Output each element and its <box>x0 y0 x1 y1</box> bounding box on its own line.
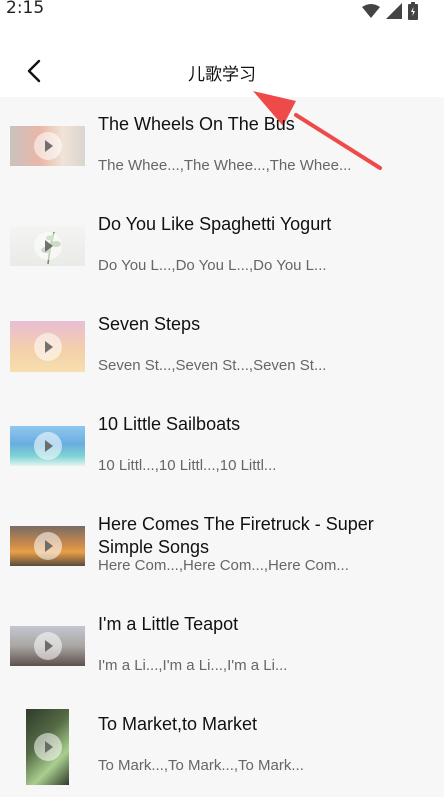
song-title: Do You Like Spaghetti Yogurt <box>98 214 332 234</box>
song-title: I'm a Little Teapot <box>98 614 239 634</box>
song-item[interactable]: Seven Steps Seven St...,Seven St...,Seve… <box>0 297 444 397</box>
status-icons <box>362 0 418 22</box>
song-title: Here Comes The Firetruck - Super Simple … <box>98 514 374 557</box>
song-item[interactable]: 10 Little Sailboats 10 Littl...,10 Littl… <box>0 397 444 497</box>
play-icon[interactable] <box>33 632 62 660</box>
song-thumbnail[interactable] <box>10 526 85 566</box>
song-subtitle: The Whee...,The Whee...,The Whee... <box>98 157 352 174</box>
song-thumbnail[interactable] <box>10 226 85 266</box>
battery-icon <box>408 2 418 20</box>
song-item[interactable]: Do You Like Spaghetti Yogurt Do You L...… <box>0 197 444 297</box>
signal-icon <box>386 3 402 19</box>
song-item[interactable]: Here Comes The Firetruck - Super Simple … <box>0 497 444 597</box>
song-title: Seven Steps <box>98 314 201 334</box>
song-subtitle: Do You L...,Do You L...,Do You L... <box>98 257 327 274</box>
header: 儿歌学习 <box>0 28 444 97</box>
song-subtitle: Seven St...,Seven St...,Seven St... <box>98 357 327 374</box>
play-icon[interactable] <box>33 132 62 160</box>
song-subtitle: I'm a Li...,I'm a Li...,I'm a Li... <box>98 657 288 674</box>
song-item[interactable]: The Wheels On The Bus The Whee...,The Wh… <box>0 97 444 197</box>
wifi-icon <box>362 4 380 18</box>
play-icon[interactable] <box>33 532 62 560</box>
song-thumbnail[interactable] <box>10 626 85 666</box>
song-thumbnail[interactable] <box>26 709 69 785</box>
song-thumbnail[interactable] <box>10 426 85 466</box>
song-subtitle: To Mark...,To Mark...,To Mark... <box>98 757 304 774</box>
song-thumbnail[interactable] <box>10 126 85 166</box>
play-icon[interactable] <box>33 332 62 361</box>
song-item[interactable]: To Market,to Market To Mark...,To Mark..… <box>0 697 444 797</box>
play-icon[interactable] <box>33 432 62 460</box>
status-time: 2:15 <box>6 0 45 18</box>
song-subtitle: Here Com...,Here Com...,Here Com... <box>98 557 349 574</box>
song-title: To Market,to Market <box>98 714 258 734</box>
status-bar: 2:15 <box>0 0 444 28</box>
song-thumbnail[interactable] <box>10 321 85 372</box>
play-icon[interactable] <box>33 232 62 260</box>
page-title: 儿歌学习 <box>188 65 256 85</box>
play-icon[interactable] <box>33 733 62 761</box>
song-item[interactable]: I'm a Little Teapot I'm a Li...,I'm a Li… <box>0 597 444 697</box>
song-subtitle: 10 Littl...,10 Littl...,10 Littl... <box>98 457 277 474</box>
song-title: 10 Little Sailboats <box>98 414 241 434</box>
song-title: The Wheels On The Bus <box>98 114 295 134</box>
